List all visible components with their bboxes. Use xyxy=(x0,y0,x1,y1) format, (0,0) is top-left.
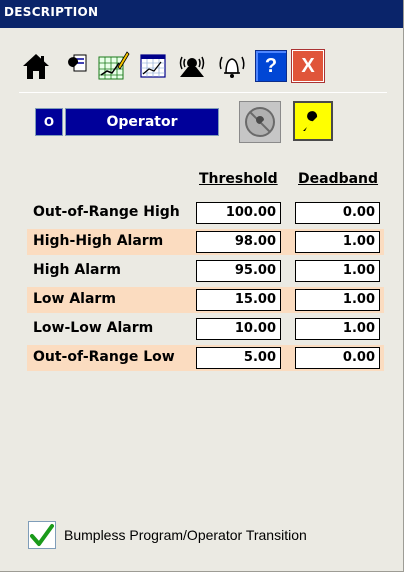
deadband-field[interactable]: 1.00 xyxy=(295,318,380,340)
program-mode-button[interactable] xyxy=(239,101,281,143)
table-row: Low Alarm 15.00 1.00 xyxy=(27,287,384,313)
close-label: X xyxy=(301,54,315,77)
threshold-field[interactable]: 95.00 xyxy=(196,260,281,282)
deadband-field[interactable]: 0.00 xyxy=(295,347,380,369)
bumpless-checkbox[interactable] xyxy=(28,521,56,549)
toolbar: ? X xyxy=(19,46,387,94)
help-button[interactable]: ? xyxy=(254,46,288,86)
table-row: Low-Low Alarm 10.00 1.00 xyxy=(27,316,384,342)
row-label: Out-of-Range High xyxy=(33,204,180,220)
table-row: High Alarm 95.00 1.00 xyxy=(27,258,384,284)
help-label: ? xyxy=(264,54,278,77)
row-label: High Alarm xyxy=(33,262,121,278)
mode-label: Operator xyxy=(65,108,219,136)
tuning-icon xyxy=(179,56,205,77)
threshold-field[interactable]: 98.00 xyxy=(196,231,281,253)
trend-history-icon xyxy=(140,54,166,78)
row-label: Low Alarm xyxy=(33,291,116,307)
wrench-settings-icon xyxy=(64,54,87,77)
deadband-field[interactable]: 1.00 xyxy=(295,289,380,311)
row-label: Out-of-Range Low xyxy=(33,349,175,365)
threshold-field[interactable]: 10.00 xyxy=(196,318,281,340)
table-row: Out-of-Range Low 5.00 0.00 xyxy=(27,345,384,371)
wrench-icon xyxy=(303,111,322,131)
close-button[interactable]: X xyxy=(291,46,325,86)
bumpless-label: Bumpless Program/Operator Transition xyxy=(64,527,307,543)
deadband-field[interactable]: 1.00 xyxy=(295,231,380,253)
threshold-field[interactable]: 5.00 xyxy=(196,347,281,369)
row-label: High-High Alarm xyxy=(33,233,164,249)
alarm-bell-icon xyxy=(219,56,245,78)
threshold-field[interactable]: 15.00 xyxy=(196,289,281,311)
title-bar: DESCRIPTION xyxy=(0,0,403,28)
table-row: Out-of-Range High 100.00 0.00 xyxy=(27,200,384,226)
threshold-field[interactable]: 100.00 xyxy=(196,202,281,224)
trend-edit-icon xyxy=(98,51,130,80)
settings-tab[interactable] xyxy=(58,46,92,86)
deadband-header: Deadband xyxy=(298,171,379,187)
alarms-tab[interactable] xyxy=(215,46,249,86)
window: DESCRIPTION ? X O Operator Threshold Dea… xyxy=(0,0,404,572)
mode-indicator: O xyxy=(35,108,63,136)
window-title: DESCRIPTION xyxy=(4,5,99,19)
home-button[interactable] xyxy=(19,46,53,86)
help-icon: ? xyxy=(255,50,287,82)
deadband-field[interactable]: 1.00 xyxy=(295,260,380,282)
deadband-field[interactable]: 0.00 xyxy=(295,202,380,224)
close-icon: X xyxy=(292,50,324,82)
trend-edit-tab[interactable] xyxy=(96,46,130,86)
tuning-tab[interactable] xyxy=(175,46,209,86)
checkmark-icon xyxy=(30,524,54,546)
alarm-settings-panel: O Operator Threshold Deadband Out-of-Ran… xyxy=(19,92,387,560)
home-icon xyxy=(23,54,49,79)
wrench-disabled-icon xyxy=(245,107,275,137)
operator-mode-button[interactable] xyxy=(293,101,333,141)
threshold-header: Threshold xyxy=(199,171,278,187)
trend-history-tab[interactable] xyxy=(136,46,170,86)
row-label: Low-Low Alarm xyxy=(33,320,154,336)
table-row: High-High Alarm 98.00 1.00 xyxy=(27,229,384,255)
